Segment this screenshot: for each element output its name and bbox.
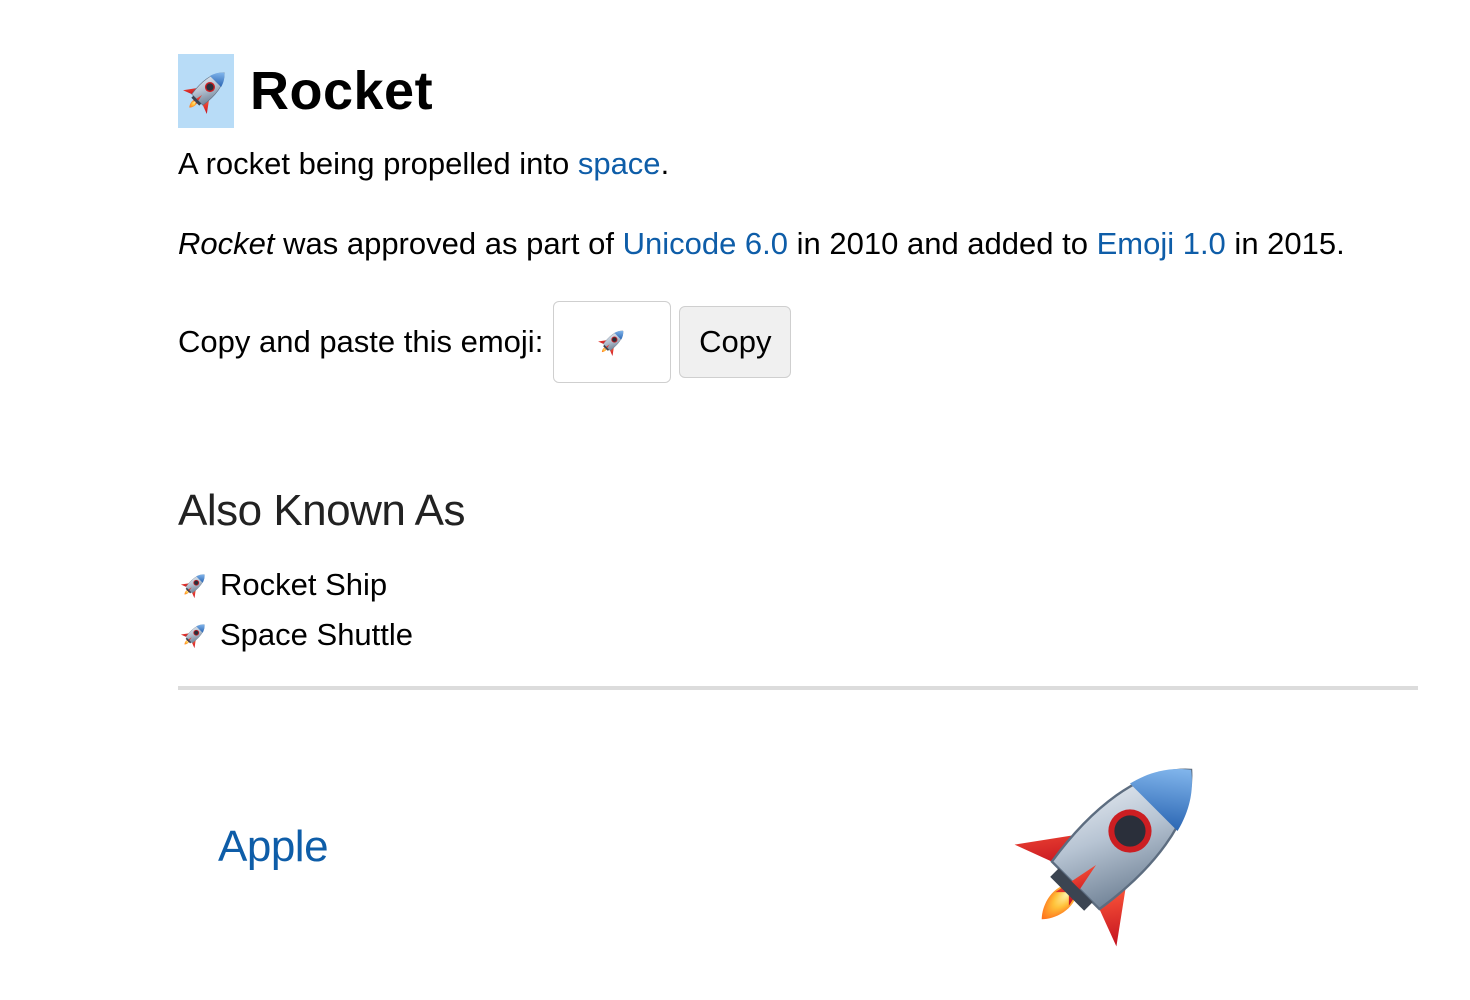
vendor-link-apple[interactable]: Apple [218,822,329,872]
approval-text-1: was approved as part of [274,226,623,261]
emoji-version-link[interactable]: Emoji 1.0 [1097,226,1226,261]
copy-row: Copy and paste this emoji: Copy [178,300,792,384]
description-text: A rocket being propelled into [178,146,578,181]
approval-text-2: in 2010 and added to [788,226,1097,261]
alias-label: Space Shuttle [220,617,414,652]
copy-label: Copy and paste this emoji: [178,324,544,359]
also-known-as-list: Rocket Ship Space Shuttle [178,560,413,660]
page-title: Rocket [250,61,434,121]
copy-button[interactable]: Copy [679,306,792,378]
also-known-as-heading: Also Known As [178,486,466,535]
approval-text-3: in 2015. [1225,226,1345,261]
list-item: Space Shuttle [178,610,413,660]
title-row: Rocket [178,54,433,128]
description: A rocket being propelled into space. [178,146,669,182]
rocket-icon [595,325,629,359]
rocket-icon [178,569,210,601]
list-item: Rocket Ship [178,560,413,610]
emoji-name-italic: Rocket [178,226,275,261]
copy-emoji-field[interactable] [553,301,672,383]
rocket-icon [178,619,210,651]
description-suffix: . [660,146,670,181]
section-divider [178,686,1418,690]
unicode-version-link[interactable]: Unicode 6.0 [623,226,788,261]
approval-info: Rocket was approved as part of Unicode 6… [178,226,1345,262]
rocket-icon [178,54,234,128]
rocket-icon [988,728,1238,968]
space-link[interactable]: space [578,146,661,181]
alias-label: Rocket Ship [220,567,388,602]
